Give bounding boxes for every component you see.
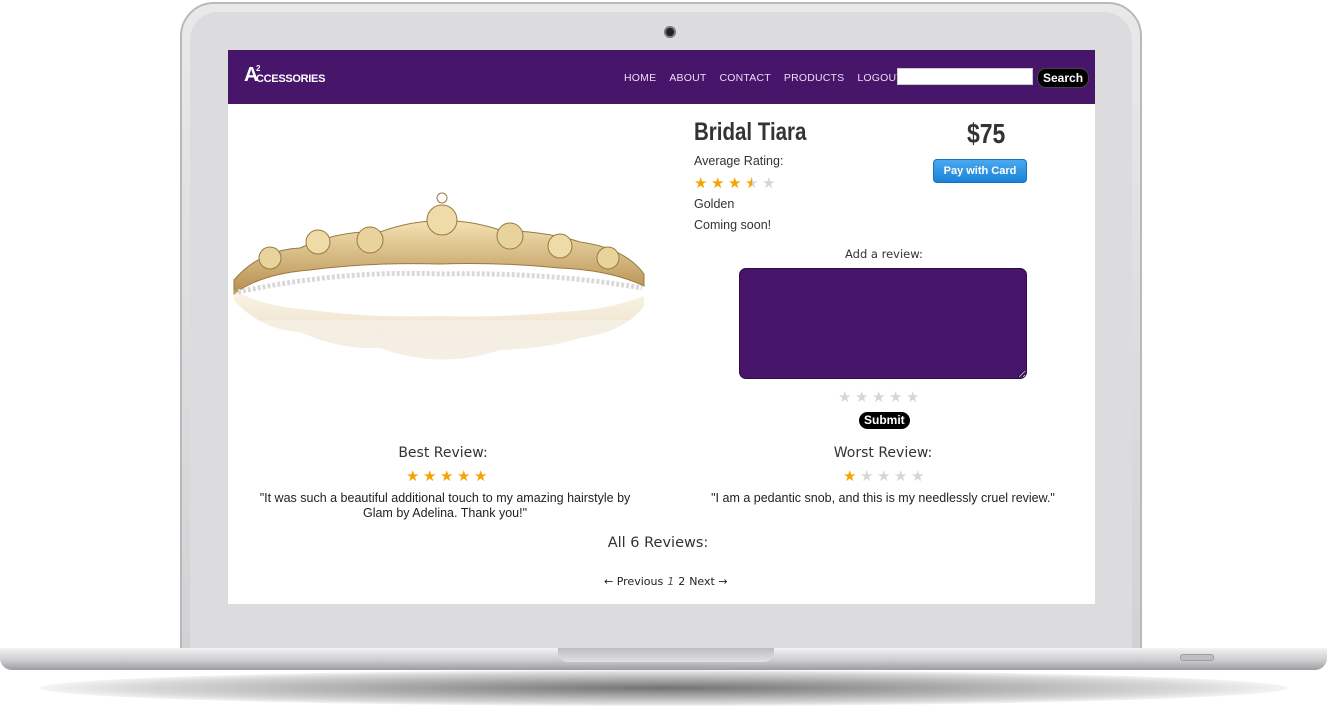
next-link[interactable]: Next →	[689, 575, 727, 588]
review-textarea[interactable]	[739, 268, 1027, 379]
star-icon: ★	[877, 468, 891, 485]
nav-home[interactable]: HOME	[624, 72, 656, 84]
nav-menu: HOME ABOUT CONTACT PRODUCTS LOGOUT	[624, 72, 903, 84]
site-logo[interactable]: A 2 CCESSORIES	[244, 64, 325, 87]
star-icon[interactable]: ★	[889, 390, 903, 405]
nav-products[interactable]: PRODUCTS	[784, 72, 845, 84]
star-icon: ★	[728, 175, 742, 192]
star-icon: ★	[911, 468, 925, 485]
search-button[interactable]: Search	[1037, 68, 1090, 88]
webcam-icon	[664, 26, 676, 38]
product-name: Bridal Tiara	[694, 118, 807, 146]
product-color: Golden	[694, 197, 735, 211]
star-icon: ★	[745, 175, 759, 192]
average-rating-stars: ★ ★ ★ ★ ★	[694, 175, 776, 192]
star-icon: ★	[406, 468, 420, 485]
best-review-title: Best Review:	[398, 445, 488, 461]
logo-superscript: 2	[256, 64, 261, 73]
browser-screen: A 2 CCESSORIES HOME ABOUT CONTACT PRODUC…	[228, 50, 1095, 604]
worst-review-stars: ★ ★ ★ ★ ★	[843, 468, 925, 485]
review-rating-input[interactable]: ★ ★ ★ ★ ★	[838, 390, 920, 405]
star-icon: ★	[440, 468, 454, 485]
laptop-shadow	[40, 670, 1287, 706]
star-icon: ★	[860, 468, 874, 485]
star-icon: ★	[694, 175, 708, 192]
worst-review-text: "I am a pedantic snob, and this is my ne…	[711, 491, 1055, 505]
page-link-1[interactable]: 1	[667, 575, 674, 588]
star-icon: ★	[457, 468, 471, 485]
pay-with-card-button[interactable]: Pay with Card	[933, 159, 1027, 183]
best-review-stars: ★ ★ ★ ★ ★	[406, 468, 488, 485]
laptop-indicator	[1180, 654, 1214, 661]
product-status: Coming soon!	[694, 218, 772, 232]
star-icon[interactable]: ★	[872, 390, 886, 405]
search-input[interactable]	[897, 68, 1033, 85]
star-icon[interactable]: ★	[838, 390, 852, 405]
star-icon[interactable]: ★	[855, 390, 869, 405]
nav-contact[interactable]: CONTACT	[719, 72, 770, 84]
best-review-text: "It was such a beautiful additional touc…	[259, 491, 631, 520]
worst-review-title: Worst Review:	[833, 445, 933, 461]
navbar: A 2 CCESSORIES HOME ABOUT CONTACT PRODUC…	[228, 50, 1095, 104]
tiara-crown	[233, 192, 645, 296]
star-icon: ★	[843, 468, 857, 485]
star-icon: ★	[762, 175, 776, 192]
star-icon[interactable]: ★	[906, 390, 920, 405]
submit-review-button[interactable]: Submit	[859, 412, 910, 429]
previous-link[interactable]: ← Previous	[604, 575, 663, 588]
page-link-2[interactable]: 2	[678, 575, 685, 588]
tiara-image	[230, 192, 648, 410]
star-icon: ★	[423, 468, 437, 485]
star-icon: ★	[474, 468, 488, 485]
product-price: $75	[967, 118, 1006, 149]
star-icon: ★	[711, 175, 725, 192]
laptop-notch	[558, 648, 774, 662]
logo-text: CCESSORIES	[256, 73, 326, 85]
all-reviews-title: All 6 Reviews:	[607, 535, 709, 551]
add-review-label: Add a review:	[845, 247, 923, 261]
nav-about[interactable]: ABOUT	[669, 72, 706, 84]
average-rating-label: Average Rating:	[694, 154, 784, 168]
star-icon: ★	[894, 468, 908, 485]
pagination: ← Previous 1 2 Next →	[604, 575, 728, 588]
